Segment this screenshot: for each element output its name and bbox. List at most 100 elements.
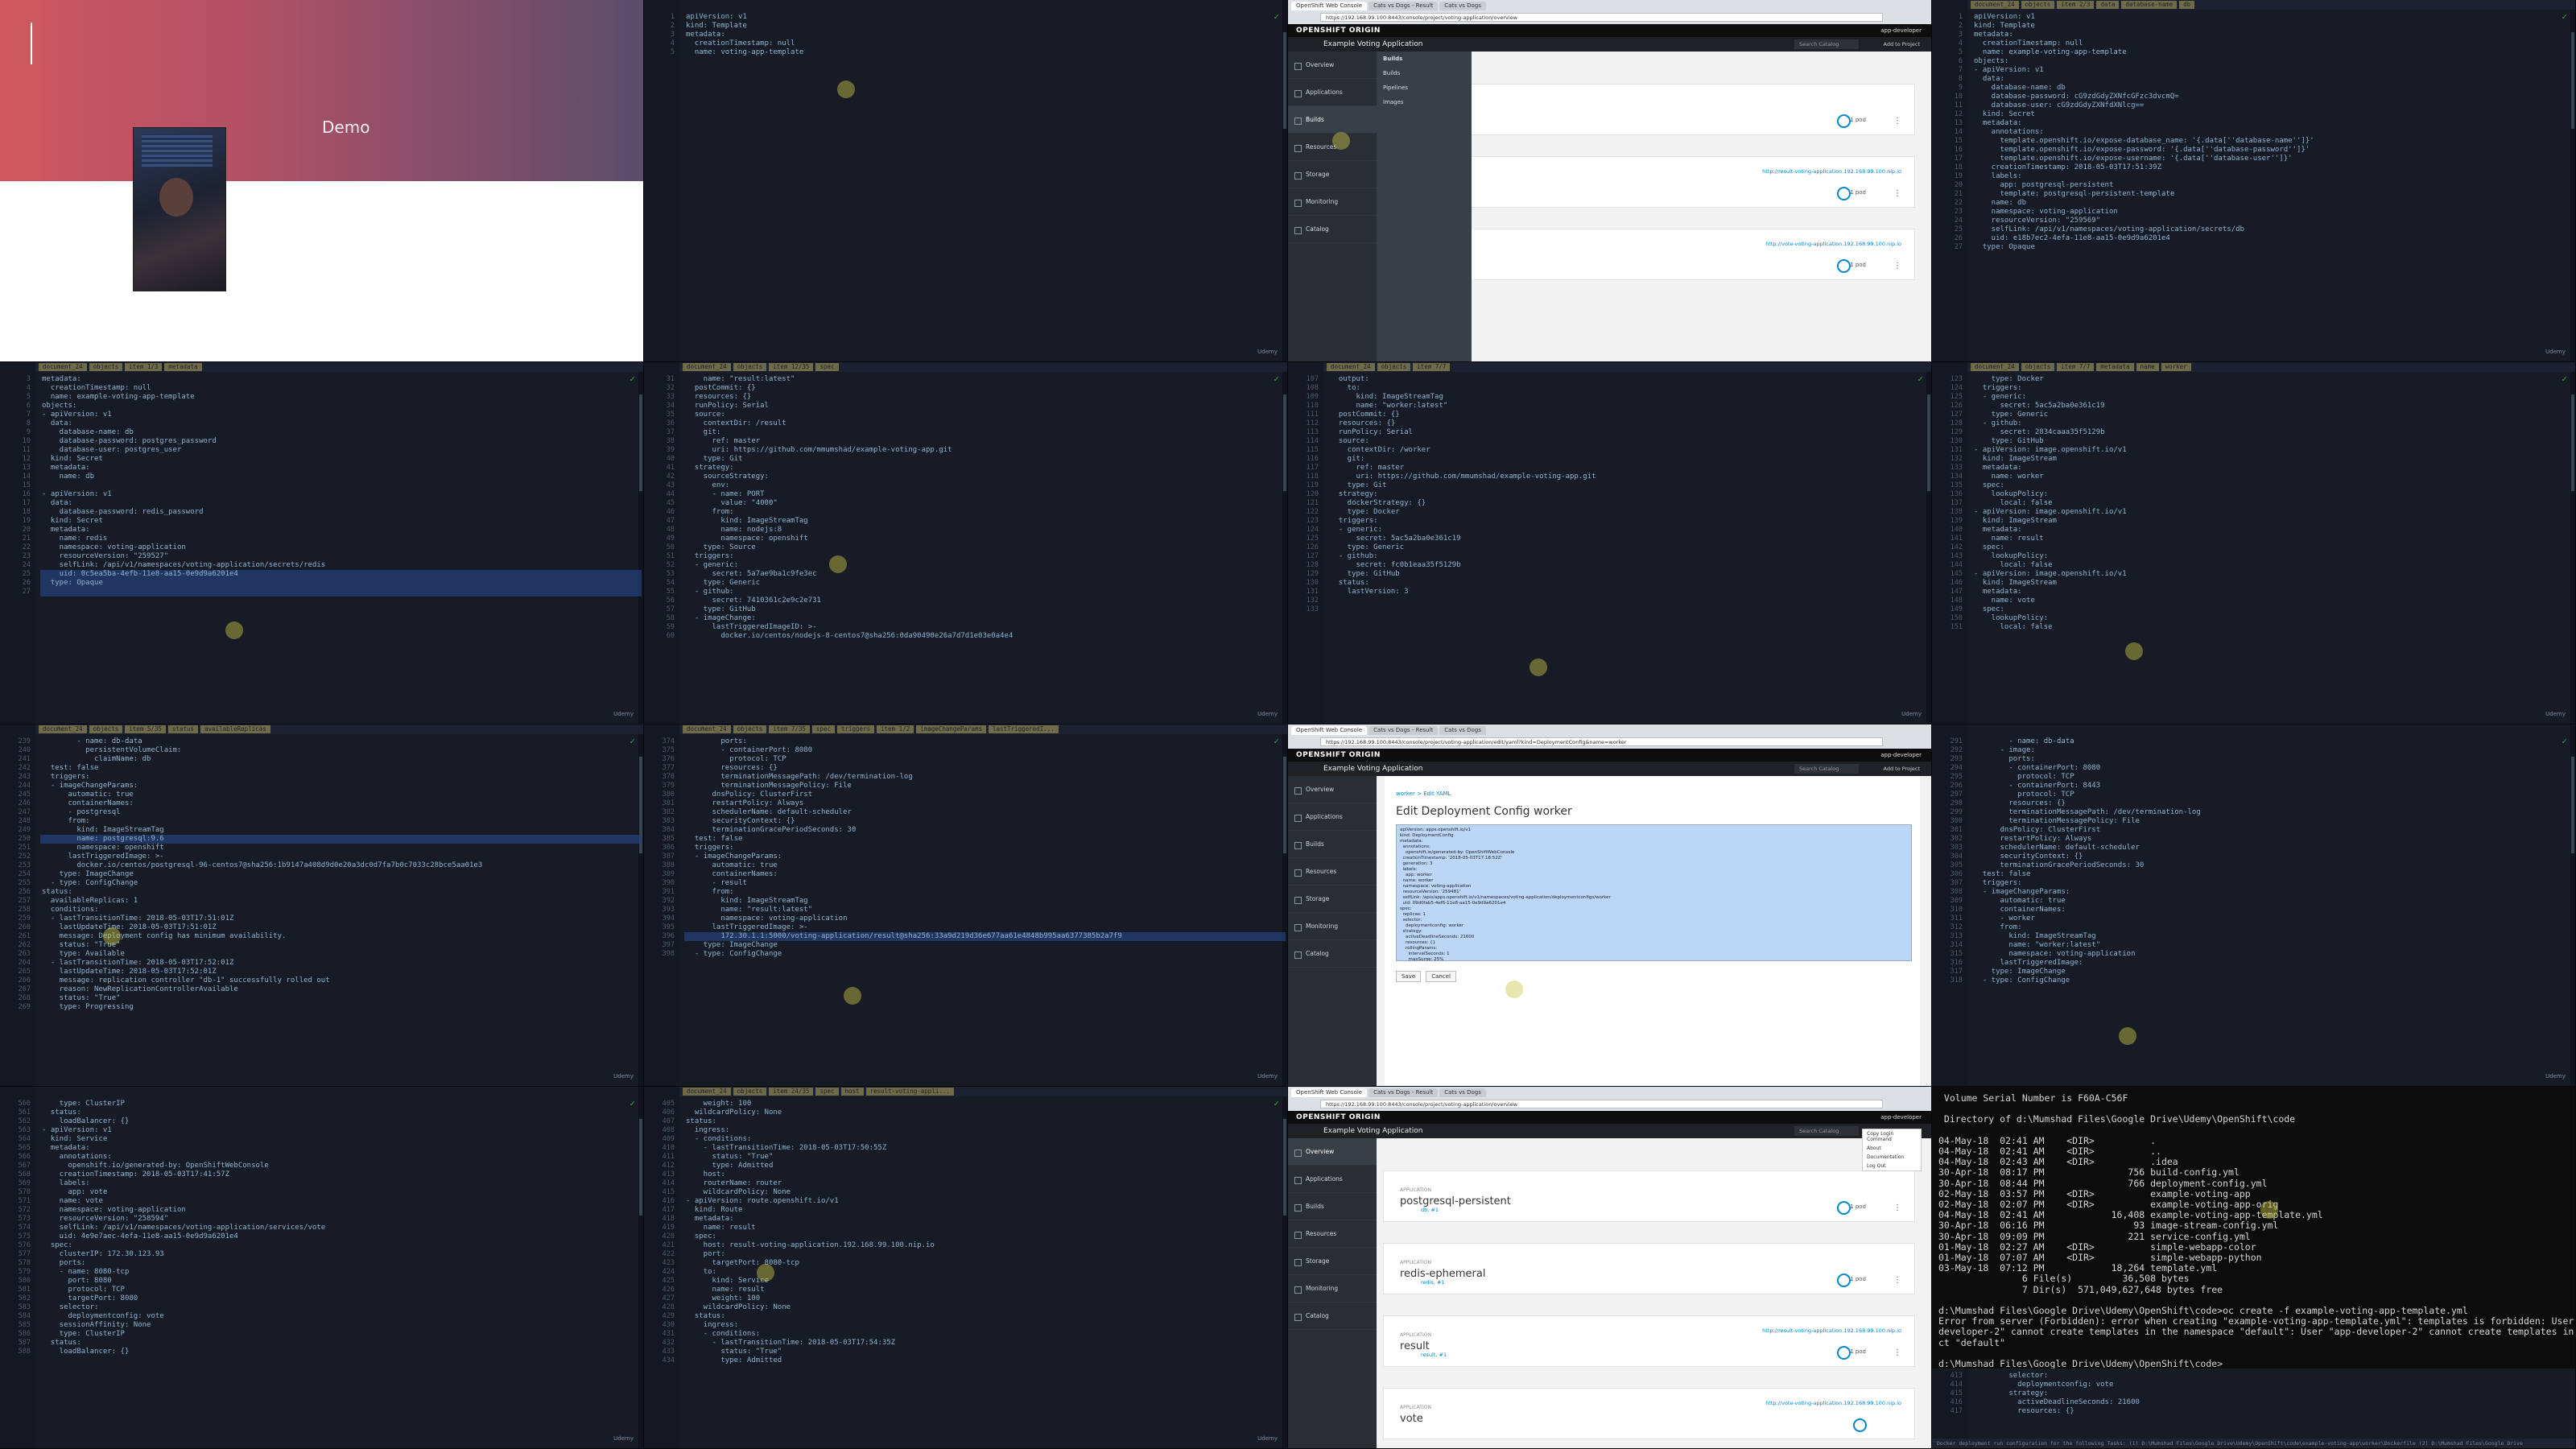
code-line[interactable]: template.openshift.io/expose-database_na… <box>1974 137 2314 146</box>
code-line[interactable]: secret: 5ac5a2ba0e361c19 <box>1974 402 2105 411</box>
code-line[interactable]: type: Opaque <box>1974 243 2035 252</box>
breadcrumb-item[interactable]: worker <box>2161 363 2191 371</box>
code-line[interactable]: lastVersion: 3 <box>1330 588 1409 597</box>
code-line[interactable]: type: Admitted <box>686 1162 774 1170</box>
scrollbar[interactable] <box>1926 362 1931 724</box>
browser-tab[interactable]: OpenShift Web Console <box>1291 1088 1368 1097</box>
scrollbar-thumb[interactable] <box>1927 394 1930 491</box>
scrollbar[interactable] <box>2570 0 2575 361</box>
code-line[interactable]: namespace: openshift <box>42 844 163 852</box>
breadcrumb-item[interactable]: item 1/3 <box>125 363 163 371</box>
breadcrumb-item[interactable]: document_24 <box>683 1088 731 1096</box>
code-line[interactable]: type: Generic <box>1974 411 2048 419</box>
breadcrumb-item[interactable]: item 12/35 <box>769 363 814 371</box>
code-line[interactable]: - lastTransitionTime: 2018-05-03T17:50:5… <box>686 1144 887 1153</box>
code-line[interactable]: spec: <box>42 1241 72 1250</box>
code-line[interactable]: selector: <box>42 1303 99 1312</box>
code-editor[interactable]: document_24 objects item 7/35 spec triggers i… <box>644 724 1288 1087</box>
breadcrumb-item[interactable]: spec <box>815 363 839 371</box>
code-line[interactable]: creationTimestamp: 2018-05-03T17:41:57Z <box>42 1170 229 1179</box>
code-line[interactable]: triggers: <box>1974 879 2022 888</box>
scrollbar-thumb[interactable] <box>1283 757 1286 853</box>
code-line[interactable]: loadBalancer: {} <box>42 1117 130 1126</box>
side-nav-item-builds[interactable]: Builds <box>1288 1193 1377 1220</box>
search-catalog-input[interactable]: Search Catalog <box>1794 1126 1859 1136</box>
code-line[interactable]: automatic: true <box>42 791 134 799</box>
code-line[interactable]: kind: ImageStream <box>1974 455 2057 464</box>
code-line[interactable]: dockerStrategy: {} <box>1330 499 1426 508</box>
side-nav-item-catalog[interactable]: Catalog <box>1288 1302 1377 1330</box>
code-line[interactable]: selfLink: /api/v1/namespaces/voting-appl… <box>1974 225 2244 234</box>
code-line[interactable]: automatic: true <box>686 861 778 870</box>
code-line[interactable]: ingress: <box>686 1321 738 1330</box>
scrollbar[interactable] <box>638 362 643 724</box>
code-line[interactable]: terminationGracePeriodSeconds: 30 <box>1974 861 2145 870</box>
breadcrumb-item[interactable]: objects <box>733 363 767 371</box>
breadcrumb-item[interactable]: objects <box>733 1088 767 1096</box>
code-line[interactable]: deploymentconfig: vote <box>42 1312 164 1321</box>
code-line[interactable]: status: "True" <box>42 994 121 1003</box>
code-line[interactable]: local: false <box>1974 499 2053 508</box>
code-editor[interactable]: document_24 objects item 7/7 metadata name wo… <box>1932 362 2576 724</box>
deployment-link[interactable]: db, #1 <box>1421 1207 1439 1213</box>
code-line[interactable]: status: <box>42 1108 81 1117</box>
code-line[interactable]: data: <box>42 419 72 428</box>
app-name[interactable]: vote <box>1400 1413 1423 1425</box>
code-line[interactable]: annotations: <box>42 1153 112 1162</box>
code-line[interactable]: strategy: <box>686 464 734 473</box>
breadcrumb-item[interactable]: host <box>840 1088 864 1096</box>
code-line[interactable]: type: Progressing <box>42 1003 134 1012</box>
address-bar[interactable]: https://192.168.99.100:8443/console/proj… <box>1320 1100 1883 1108</box>
code-line[interactable]: spec: <box>1974 481 2004 490</box>
code-line[interactable]: - github: <box>686 588 734 597</box>
code-line[interactable]: - lastTransitionTime: 2018-05-03T17:54:3… <box>686 1339 896 1348</box>
code-line[interactable]: kind: Secret <box>1974 110 2035 119</box>
code-line[interactable]: - containerPort: 8080 <box>686 746 812 755</box>
application-row[interactable]: APPLICATION redis-ephemeral redis, #1 1 pod… <box>1383 1243 1915 1294</box>
code-line[interactable]: uid: e18b7ec2-4efa-11e8-aa15-0e9d9a6201e… <box>1974 234 2170 243</box>
code-line[interactable]: resources: {} <box>1974 799 2065 808</box>
code-line[interactable]: type: Docker <box>1330 508 1400 517</box>
code-line[interactable]: - apiVersion: route.openshift.io/v1 <box>686 1197 839 1206</box>
code-line[interactable]: - apiVersion: image.openshift.io/v1 <box>1974 508 2127 517</box>
code-line[interactable]: metadata: <box>42 526 90 535</box>
code-line[interactable]: lookupPolicy: <box>1974 490 2048 499</box>
code-line[interactable]: creationTimestamp: null <box>1974 39 2083 48</box>
code-line[interactable]: - name: 8080-tcp <box>42 1268 130 1277</box>
route-link[interactable]: http://result-voting-application.192.168… <box>1762 168 1901 175</box>
breadcrumb-item[interactable]: result-voting-appli... <box>865 1088 954 1096</box>
code-line[interactable]: database-user: postgres_user <box>42 446 182 455</box>
breadcrumb-item[interactable]: metadata <box>164 363 202 371</box>
code-line[interactable]: - apiVersion: v1 <box>42 490 112 499</box>
code-line[interactable]: value: "4000" <box>686 499 777 508</box>
code-line[interactable]: name: db <box>42 473 94 481</box>
cancel-button[interactable]: Cancel <box>1426 971 1456 982</box>
code-line[interactable]: schedulerName: default-scheduler <box>686 808 852 817</box>
breadcrumb-item[interactable]: item 7/7 <box>1413 363 1451 371</box>
code-line[interactable]: - containerPort: 8443 <box>1974 782 2100 791</box>
command-prompt[interactable]: Volume Serial Number is F60A-C56F Direct… <box>1932 1087 2576 1449</box>
code-line[interactable]: - apiVersion: v1 <box>42 411 112 419</box>
scrollbar[interactable] <box>2570 724 2575 1086</box>
code-line[interactable]: - imageChangeParams: <box>42 782 138 791</box>
code-line[interactable]: status: "True" <box>686 1348 782 1356</box>
code-line[interactable]: name: result <box>686 1224 756 1232</box>
code-line[interactable]: targetPort: 8080 <box>42 1294 138 1303</box>
menu-item-about[interactable]: About <box>1863 1144 1921 1153</box>
code-line[interactable]: type: ClusterIP <box>42 1100 125 1108</box>
breadcrumb-item[interactable]: document_24 <box>39 725 87 733</box>
code-line[interactable]: app: vote <box>42 1188 108 1197</box>
code-line[interactable]: 172.30.1.1:5000/voting-application/resul… <box>686 932 1122 941</box>
code-line[interactable]: from: <box>1974 923 2022 932</box>
code-line[interactable]: wildcardPolicy: None <box>686 1108 782 1117</box>
code-line[interactable]: name: example-voting-app-template <box>42 393 195 402</box>
code-editor[interactable]: 291 - name: db-data 292 - image: 293 port… <box>1932 724 2576 1087</box>
scrollbar[interactable] <box>638 724 643 1086</box>
code-line[interactable]: kind: Secret <box>42 455 103 464</box>
code-line[interactable]: - postgresql <box>42 808 121 817</box>
browser-tab[interactable]: Cats vs Dogs - Result <box>1368 2 1439 10</box>
breadcrumb-item[interactable]: lastTriggeredI... <box>989 725 1059 733</box>
scrollbar[interactable] <box>1282 0 1287 361</box>
code-line[interactable]: terminationMessagePath: /dev/termination… <box>1974 808 2200 817</box>
code-line[interactable]: spec: <box>1974 605 2004 614</box>
